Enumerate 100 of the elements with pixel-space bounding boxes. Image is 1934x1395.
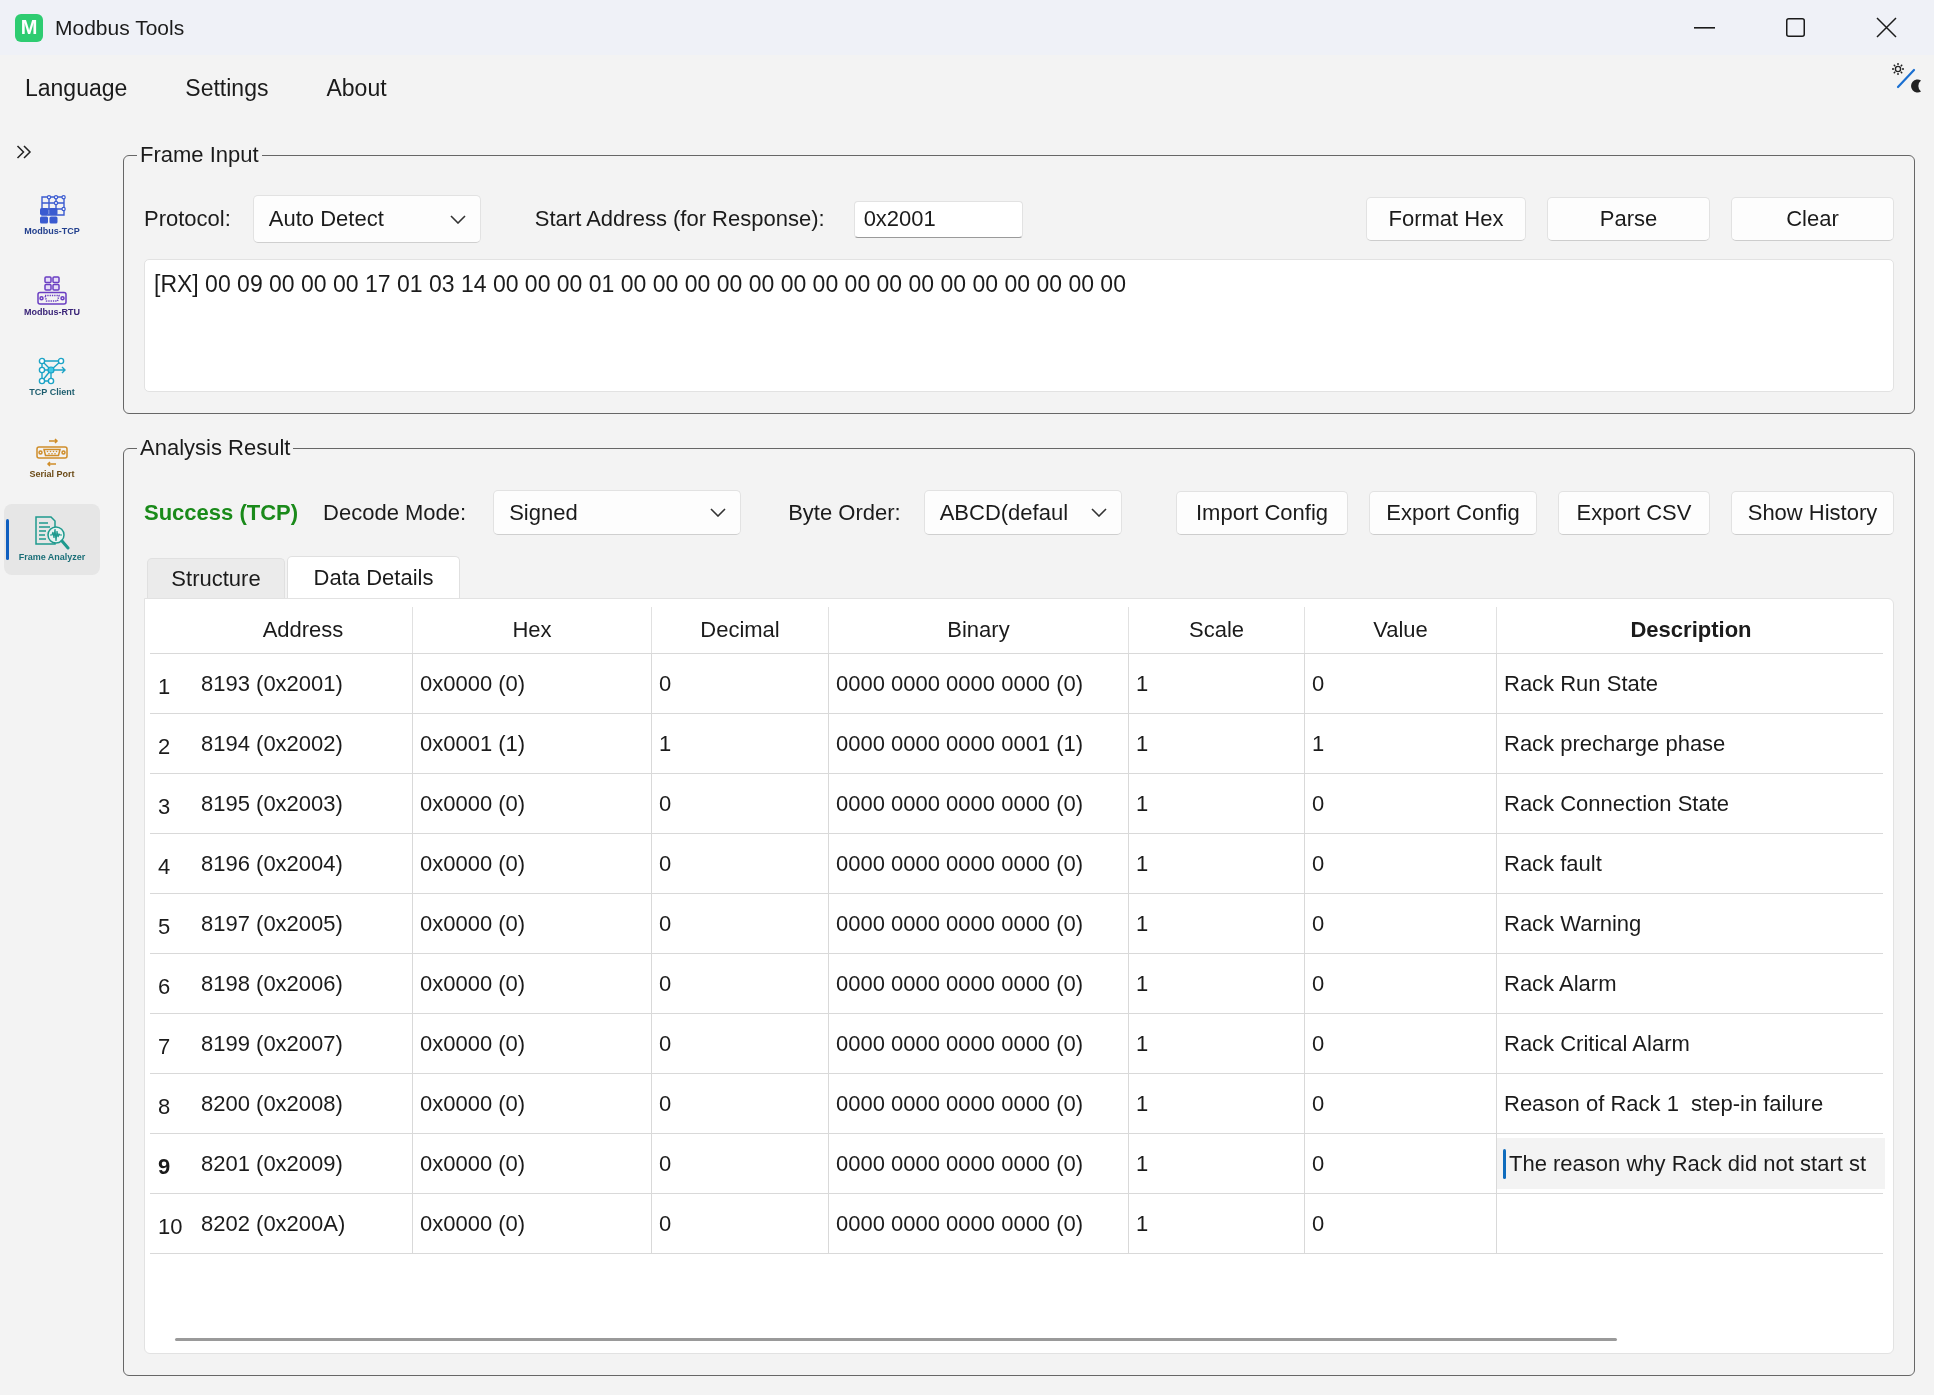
action-button[interactable]: Format Hex — [1366, 197, 1526, 241]
table-cell: 1 — [1305, 714, 1497, 773]
table-cell: 8201 (0x2009) — [194, 1134, 413, 1193]
byte-order-label: Byte Order: — [788, 499, 901, 526]
table-cell: 0x0000 (0) — [413, 834, 652, 893]
menu-item[interactable]: Language — [25, 74, 128, 102]
chevron-down-icon — [1090, 508, 1107, 517]
row-number: 8 — [157, 1092, 172, 1121]
table-cell: 0000 0000 0000 0001 (1) — [829, 714, 1129, 773]
action-button[interactable]: Parse — [1547, 197, 1710, 241]
byte-order-dropdown[interactable]: ABCD(defaul — [923, 490, 1122, 535]
table-cell: 0x0000 (0) — [413, 894, 652, 953]
minimize-icon[interactable] — [1694, 26, 1715, 29]
table-cell: 0x0001 (1) — [413, 714, 652, 773]
column-header: Scale — [1129, 607, 1305, 653]
document-magnifier-icon — [34, 516, 70, 550]
table-cell: 0x0000 (0) — [413, 954, 652, 1013]
table-cell-text: Rack Alarm — [1503, 969, 1618, 998]
start-address-field[interactable]: 0x2001 — [853, 200, 1023, 238]
row-number: 9 — [157, 1152, 172, 1181]
table-cell: 0 — [1305, 1014, 1497, 1073]
table-cell-text: Rack Critical Alarm — [1503, 1029, 1691, 1058]
action-button[interactable]: Export Config — [1369, 490, 1537, 535]
table-cell: 8197 (0x2005) — [194, 894, 413, 953]
row-number: 5 — [157, 912, 172, 941]
app-logo: M — [15, 13, 43, 42]
menu-item[interactable]: Settings — [185, 74, 269, 102]
decode-mode-label: Decode Mode: — [323, 499, 467, 526]
row-number: 1 — [157, 672, 172, 701]
table-cell: 1 — [1129, 774, 1305, 833]
table-cell: 0x0000 (0) — [413, 774, 652, 833]
tab[interactable]: Data Details — [287, 556, 460, 598]
column-header: Hex — [413, 607, 652, 653]
table-cell: 1 — [1129, 654, 1305, 713]
column-header: Binary — [829, 607, 1129, 653]
network-nodes-icon — [37, 357, 67, 385]
sidebar-item[interactable]: Modbus-TCP — [24, 194, 80, 237]
column-header: Value — [1305, 607, 1497, 653]
table-cell: 8199 (0x2007) — [194, 1014, 413, 1073]
table-cell: 8196 (0x2004) — [194, 834, 413, 893]
sidebar-item[interactable]: Modbus-RTU — [24, 275, 80, 318]
table-cell: 0 — [1305, 954, 1497, 1013]
table-cell: 1 — [1129, 894, 1305, 953]
table-cell: 0000 0000 0000 0000 (0) — [829, 774, 1129, 833]
column-header: Description — [1629, 616, 1753, 644]
row-number: 4 — [157, 852, 172, 881]
row-number: 2 — [157, 732, 172, 761]
group-title: Analysis Result — [139, 434, 292, 462]
chevron-down-icon — [449, 214, 466, 224]
table-cell: 0x0000 (0) — [413, 1014, 652, 1073]
row-number: 3 — [157, 792, 172, 821]
sun-moon-icon[interactable] — [1892, 63, 1924, 94]
table-cell: 0000 0000 0000 0000 (0) — [829, 1194, 1129, 1253]
table-cell: 0 — [1305, 774, 1497, 833]
table-cell: 0x0000 (0) — [413, 1194, 652, 1253]
maximize-icon[interactable] — [1786, 18, 1805, 37]
chevron-down-icon — [710, 508, 727, 517]
table-cell: 0 — [1305, 834, 1497, 893]
table-cell: 1 — [1129, 954, 1305, 1013]
decode-mode-dropdown[interactable]: Signed — [493, 490, 742, 535]
table-cell: 0 — [652, 894, 829, 953]
action-button[interactable]: Clear — [1731, 197, 1894, 241]
table-cell: 0 — [652, 1074, 829, 1133]
table-cell: 8195 (0x2003) — [194, 774, 413, 833]
text-cursor-icon — [1503, 1148, 1506, 1179]
menu-item[interactable]: About — [326, 74, 387, 102]
row-number: 10 — [157, 1212, 184, 1241]
action-button[interactable]: Import Config — [1176, 490, 1348, 535]
table-cell: 8194 (0x2002) — [194, 714, 413, 773]
close-icon[interactable] — [1876, 17, 1897, 38]
table-cell: 1 — [1129, 834, 1305, 893]
table-cell: 0000 0000 0000 0000 (0) — [829, 954, 1129, 1013]
table-cell: 1 — [1129, 714, 1305, 773]
table-cell: 1 — [1129, 1014, 1305, 1073]
row-number: 6 — [157, 972, 172, 1001]
table-cell-text: Rack fault — [1503, 849, 1603, 878]
protocol-dropdown[interactable]: Auto Detect — [252, 195, 481, 243]
sidebar-item[interactable]: Serial Port — [29, 437, 75, 480]
double-chevron-right-icon[interactable] — [16, 145, 32, 159]
grid-blocks-icon — [37, 194, 67, 224]
protocol-label: Protocol: — [144, 206, 231, 232]
scrollbar-thumb[interactable] — [175, 1338, 1617, 1341]
frame-hex-field[interactable]: [RX] 00 09 00 00 00 17 01 03 14 00 00 00 01 00 00 00 00 00 00 00 00 00 00 00 00 00 00 00 00 — [144, 259, 1894, 392]
table-cell: 0000 0000 0000 0000 (0) — [829, 654, 1129, 713]
tab[interactable]: Structure — [147, 558, 285, 598]
table-cell: 8193 (0x2001) — [194, 654, 413, 713]
table-cell: 0000 0000 0000 0000 (0) — [829, 834, 1129, 893]
table-cell: 0x0000 (0) — [413, 1074, 652, 1133]
table-cell: 0x0000 (0) — [413, 654, 652, 713]
action-button[interactable]: Show History — [1731, 490, 1894, 535]
table-cell: 0 — [652, 1014, 829, 1073]
start-address-label: Start Address (for Response): — [534, 206, 825, 232]
table-cell: 0000 0000 0000 0000 (0) — [829, 1134, 1129, 1193]
table-cell: 8202 (0x200A) — [194, 1194, 413, 1253]
action-button[interactable]: Export CSV — [1558, 490, 1710, 535]
sidebar-item[interactable]: TCP Client — [29, 357, 75, 398]
table-cell-text: Rack precharge phase — [1503, 729, 1727, 758]
cell-editor[interactable]: The reason why Rack did not start st — [1497, 1138, 1885, 1189]
table-cell: 1 — [1129, 1134, 1305, 1193]
sidebar-item[interactable]: Frame Analyzer — [4, 504, 100, 575]
